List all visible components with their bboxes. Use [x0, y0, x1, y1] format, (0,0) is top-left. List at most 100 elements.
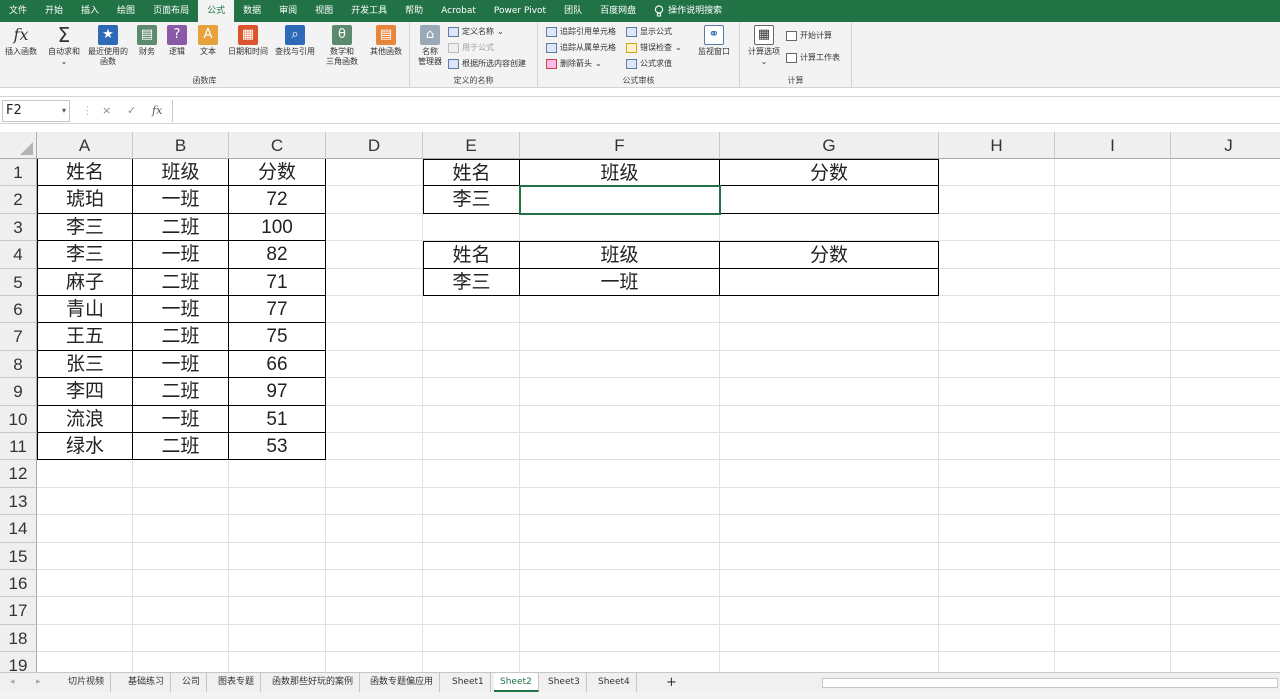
- cell[interactable]: [939, 213, 1055, 242]
- cell[interactable]: [423, 433, 520, 461]
- cell[interactable]: [326, 296, 423, 324]
- table-cell[interactable]: 二班: [133, 378, 229, 406]
- tab-file[interactable]: 文件: [0, 0, 36, 22]
- financial-button[interactable]: ▤ 财务: [134, 25, 160, 57]
- cell[interactable]: [133, 624, 229, 653]
- cell[interactable]: [326, 323, 423, 351]
- sheet-tab[interactable]: 函数专题偏应用: [364, 673, 441, 692]
- insert-function-button[interactable]: fx 插入函数: [2, 25, 40, 57]
- tab-home[interactable]: 开始: [36, 0, 72, 22]
- cell[interactable]: [939, 460, 1055, 488]
- logical-button[interactable]: ? 逻辑: [163, 25, 191, 57]
- table-cell[interactable]: 张三: [37, 350, 133, 379]
- table-cell[interactable]: 二班: [133, 268, 229, 296]
- row-header-5[interactable]: 5: [0, 268, 37, 296]
- cell[interactable]: [939, 268, 1055, 296]
- cell[interactable]: [1171, 460, 1280, 488]
- cancel-icon[interactable]: ×: [102, 100, 111, 122]
- row-header-3[interactable]: 3: [0, 213, 37, 242]
- cell[interactable]: [1171, 378, 1280, 406]
- row-header-10[interactable]: 10: [0, 405, 37, 433]
- cell[interactable]: [37, 487, 133, 516]
- cell[interactable]: [423, 460, 520, 488]
- sheet-tab[interactable]: Sheet3: [542, 673, 587, 692]
- tab-baidu-netdisk[interactable]: 百度网盘: [591, 0, 645, 22]
- horizontal-scrollbar[interactable]: [822, 678, 1278, 688]
- cell[interactable]: [326, 241, 423, 269]
- cell[interactable]: [939, 597, 1055, 625]
- tab-scroll-right-icon[interactable]: ▸: [30, 673, 47, 692]
- table-cell[interactable]: 一班: [133, 186, 229, 214]
- cell[interactable]: [37, 570, 133, 598]
- cell[interactable]: [520, 213, 720, 242]
- remove-arrows-button[interactable]: 删除箭头 ⌄: [546, 58, 602, 69]
- cell[interactable]: [520, 405, 720, 433]
- cell[interactable]: [939, 323, 1055, 351]
- cell[interactable]: [939, 515, 1055, 543]
- cell[interactable]: [1055, 405, 1171, 433]
- autosum-button[interactable]: Σ 自动求和 ⌄: [44, 25, 84, 67]
- cell[interactable]: [520, 323, 720, 351]
- table-cell[interactable]: 71: [229, 268, 326, 296]
- table-cell[interactable]: 72: [229, 186, 326, 214]
- cell[interactable]: [1055, 241, 1171, 269]
- column-header-j[interactable]: J: [1171, 132, 1280, 159]
- column-header-a[interactable]: A: [37, 132, 133, 159]
- cell[interactable]: [939, 624, 1055, 653]
- table-cell[interactable]: 青山: [37, 296, 133, 324]
- cell[interactable]: [1171, 488, 1280, 516]
- insert-function-fx-icon[interactable]: fx: [152, 100, 162, 122]
- column-header-i[interactable]: I: [1055, 132, 1171, 159]
- sheet-tab[interactable]: 函数那些好玩的案例: [266, 673, 361, 692]
- cell[interactable]: [326, 515, 423, 543]
- cell[interactable]: [326, 350, 423, 379]
- cell[interactable]: [326, 597, 423, 625]
- cell[interactable]: [133, 515, 229, 543]
- calculate-sheet-button[interactable]: 计算工作表: [786, 52, 840, 63]
- cell[interactable]: [1171, 597, 1280, 625]
- enter-icon[interactable]: ✓: [127, 100, 136, 122]
- cell[interactable]: [423, 213, 520, 242]
- cell[interactable]: [720, 296, 939, 324]
- cell[interactable]: [720, 433, 939, 461]
- tab-power-pivot[interactable]: Power Pivot: [485, 0, 555, 22]
- cell[interactable]: [1055, 186, 1171, 214]
- sheet-tab[interactable]: Sheet4: [592, 673, 637, 692]
- row-header-9[interactable]: 9: [0, 378, 37, 406]
- cell[interactable]: [1171, 351, 1280, 379]
- table-cell[interactable]: 97: [229, 378, 326, 406]
- cell[interactable]: [520, 624, 720, 653]
- column-header-d[interactable]: D: [326, 132, 423, 159]
- cell[interactable]: [37, 624, 133, 653]
- sheet-tab[interactable]: 公司: [176, 673, 208, 692]
- cell[interactable]: [939, 487, 1055, 516]
- lookup-reference-button[interactable]: ⌕ 查找与引用: [272, 25, 318, 57]
- table-header-cell[interactable]: 班级: [133, 159, 229, 187]
- cell[interactable]: [939, 350, 1055, 379]
- cell[interactable]: [520, 570, 720, 598]
- cell[interactable]: [1171, 433, 1280, 461]
- cell[interactable]: [520, 378, 720, 406]
- cell[interactable]: [939, 433, 1055, 461]
- column-header-c[interactable]: C: [229, 132, 326, 159]
- row-header-18[interactable]: 18: [0, 624, 37, 653]
- row-header-4[interactable]: 4: [0, 241, 37, 269]
- cell[interactable]: [720, 597, 939, 625]
- cell[interactable]: [939, 159, 1055, 187]
- cell[interactable]: [423, 515, 520, 543]
- cell[interactable]: [720, 323, 939, 351]
- cell[interactable]: [939, 186, 1055, 214]
- row-header-13[interactable]: 13: [0, 487, 37, 516]
- sheet-tab[interactable]: 基础练习: [122, 673, 172, 692]
- table-cell[interactable]: 一班: [133, 350, 229, 379]
- column-header-e[interactable]: E: [423, 132, 520, 159]
- name-box[interactable]: F2 ▾: [2, 100, 70, 122]
- evaluate-formula-button[interactable]: 公式求值: [626, 58, 672, 69]
- watch-window-button[interactable]: ⚭ 监视窗口: [694, 25, 734, 57]
- cell[interactable]: [720, 378, 939, 406]
- cell[interactable]: [1171, 241, 1280, 269]
- calculate-now-button[interactable]: 开始计算: [786, 30, 832, 41]
- cell[interactable]: [423, 323, 520, 351]
- cell[interactable]: [326, 378, 423, 406]
- cell[interactable]: [229, 515, 326, 543]
